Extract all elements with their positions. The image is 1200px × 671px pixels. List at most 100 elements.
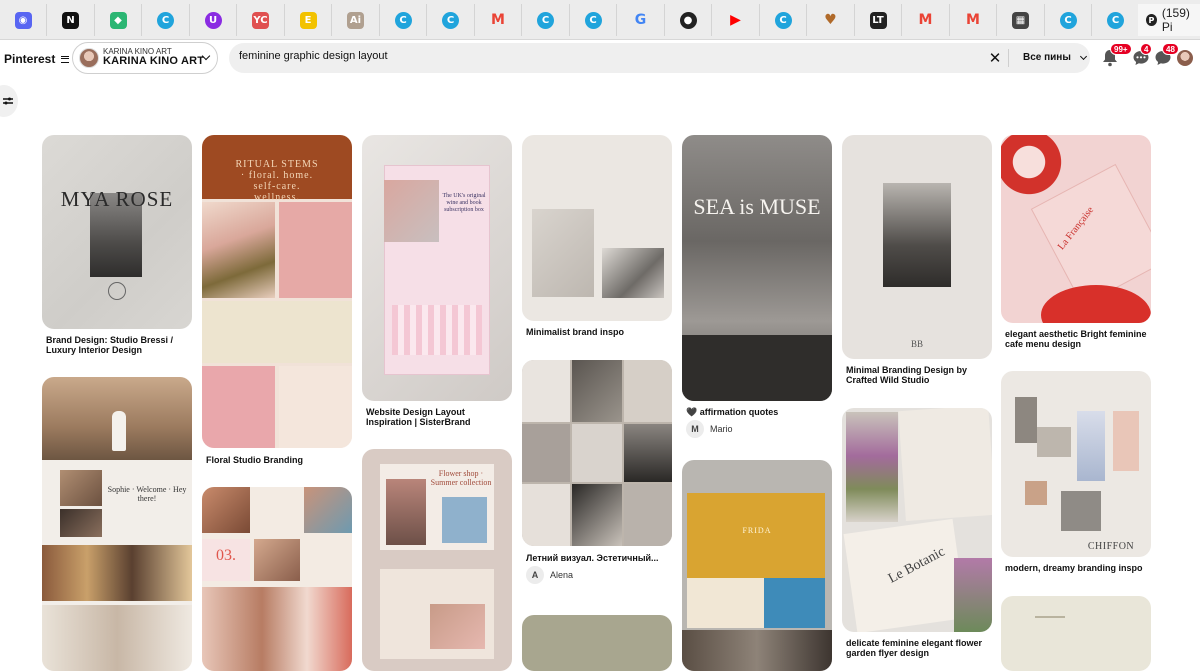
yc-icon: YC <box>252 11 269 29</box>
hamburger-icon <box>61 55 70 63</box>
browser-tab[interactable]: G <box>618 4 665 36</box>
browser-tab[interactable]: ▶ <box>713 4 760 36</box>
photo-strip <box>42 545 192 601</box>
account-text: KARINA KINO ART KARINA KINO ART <box>103 47 205 68</box>
notion-icon: N <box>62 11 79 29</box>
person-figure <box>112 411 126 451</box>
brush-artwork <box>202 202 275 298</box>
author-avatar: A <box>526 566 544 584</box>
google-icon: G <box>634 12 647 28</box>
pin-overlay-text: MYA ROSE <box>60 187 174 211</box>
pin-overlay-text: CHIFFON <box>1087 541 1135 552</box>
pin-title: 🖤 affirmation quotes <box>686 407 779 417</box>
canva-icon: C <box>442 11 459 29</box>
photo-thumb <box>202 487 250 533</box>
browser-tab[interactable]: C <box>380 4 427 36</box>
browser-tab[interactable]: E <box>285 4 332 36</box>
active-browser-tab[interactable]: P (159) Pi <box>1138 4 1200 36</box>
pin-title: modern, dreamy branding inspo <box>1005 563 1143 573</box>
pin-author[interactable]: A Alena <box>526 566 573 584</box>
browser-tab-strip: ◉ N ◆ C U YC E Ai C C M C C G ● ▶ C ♥ LT M M ▦ C C P (159) Pi <box>0 0 1200 40</box>
browser-tab[interactable]: ▦ <box>998 4 1045 36</box>
filters-button[interactable] <box>0 85 18 117</box>
collage-photo <box>1037 427 1071 457</box>
browser-tab[interactable]: U <box>190 4 237 36</box>
photo-thumb <box>624 360 672 422</box>
photo-thumb <box>624 484 672 546</box>
browser-tab[interactable]: M <box>950 4 997 36</box>
photo-thumb <box>522 360 570 422</box>
browser-tab[interactable]: ◉ <box>0 4 47 36</box>
browser-tab[interactable]: M <box>475 4 522 36</box>
browser-tab[interactable]: N <box>48 4 95 36</box>
pin-image: La Française <box>1001 135 1151 323</box>
pink-panel <box>279 202 352 298</box>
browser-tab[interactable]: ● <box>665 4 712 36</box>
search-scope-dropdown[interactable]: Все пины <box>1023 52 1087 63</box>
pin-image: Flower shop · Summer collection <box>362 449 512 671</box>
pin-image: SEA is MUSE <box>682 135 832 401</box>
browser-tab[interactable]: C <box>570 4 617 36</box>
browser-tab[interactable]: C <box>143 4 190 36</box>
heart-icon: ♥ <box>824 12 837 28</box>
canva-icon: C <box>774 11 792 29</box>
canva-icon: C <box>394 11 412 29</box>
calendar-icon: ▦ <box>1012 11 1029 29</box>
pin-overlay-text: BB <box>910 339 923 349</box>
striped-banner <box>392 305 482 355</box>
gmail-icon: M <box>966 12 980 28</box>
updates-button[interactable]: 48 <box>1154 43 1179 67</box>
red-plate <box>1041 285 1151 323</box>
pin-overlay-text: Sophie · Welcome · Hey there! <box>107 485 187 503</box>
author-name: Mario <box>710 424 733 434</box>
youtube-icon: ▶ <box>730 12 741 28</box>
browser-tab[interactable]: C <box>523 4 570 36</box>
notifications-button[interactable]: 99+ <box>1102 43 1132 67</box>
pin-title: Летний визуал. Эстетичный... <box>526 553 659 563</box>
user-avatar[interactable] <box>1177 50 1193 66</box>
account-avatar <box>79 48 99 68</box>
account-switcher[interactable]: KARINA KINO ART KARINA KINO ART <box>72 42 218 74</box>
collage-photo <box>1077 411 1105 481</box>
browser-tab[interactable]: YC <box>238 4 285 36</box>
browser-tab[interactable]: C <box>1045 4 1092 36</box>
pin-title: Brand Design: Studio Bressi / Luxury Int… <box>46 335 174 355</box>
circle-icon: ● <box>679 11 697 29</box>
gmail-icon: M <box>491 12 505 28</box>
cream-panel <box>202 301 352 363</box>
pin-author[interactable]: M Mario <box>686 420 733 438</box>
collage-photo <box>1025 481 1047 505</box>
hand-photo <box>532 209 594 297</box>
pin-title: Minimalist brand inspo <box>526 327 625 337</box>
clear-search-icon[interactable]: ✕ <box>987 50 1003 66</box>
browser-tab[interactable]: C <box>760 4 807 36</box>
label-line <box>1035 616 1065 618</box>
browser-tab[interactable]: C <box>428 4 475 36</box>
photo-thumb <box>572 424 622 482</box>
messages-button[interactable]: 4 <box>1132 43 1153 67</box>
account-name: KARINA KINO ART <box>103 55 205 68</box>
pin-image <box>522 615 672 671</box>
ai-icon: Ai <box>347 11 364 29</box>
logo-mark <box>108 282 126 300</box>
pinterest-menu[interactable]: Pinterest <box>4 52 70 66</box>
browser-tab[interactable]: C <box>1093 4 1140 36</box>
search-input[interactable] <box>239 50 939 62</box>
lt-icon: LT <box>869 11 887 29</box>
canva-icon: C <box>1107 11 1124 29</box>
browser-tab[interactable]: ◆ <box>95 4 142 36</box>
pin-image: CHIFFON <box>1001 371 1151 557</box>
flyer-page <box>898 408 992 522</box>
browser-tab[interactable]: M <box>903 4 950 36</box>
flower-photo <box>954 558 992 632</box>
browser-tab[interactable]: Ai <box>333 4 380 36</box>
photo-strip <box>42 605 192 671</box>
pin-overlay-text: SEA is MUSE <box>693 194 821 219</box>
photo-thumb <box>572 484 622 546</box>
photo-thumb <box>522 424 570 482</box>
browser-tab[interactable]: ♥ <box>808 4 855 36</box>
browser-tab[interactable]: LT <box>855 4 902 36</box>
pin-title: Website Design Layout Inspiration | Sist… <box>366 407 471 427</box>
pin-title: Floral Studio Branding <box>206 455 303 465</box>
collage-photo <box>1061 491 1101 531</box>
